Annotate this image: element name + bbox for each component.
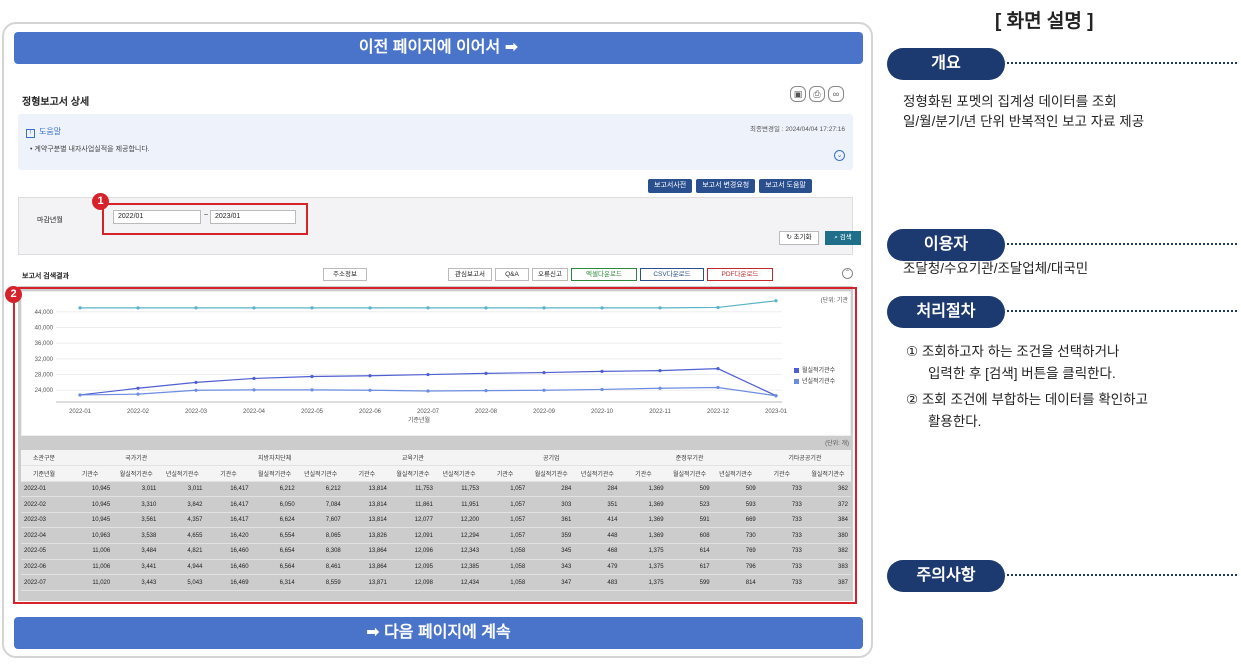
process-pill: 처리절차 [887, 296, 1005, 328]
address-info-button[interactable]: 주소정보 [323, 268, 367, 281]
users-pill: 이용자 [887, 229, 1005, 261]
favorite-report-button[interactable]: 관심보고서 [448, 268, 492, 281]
reset-button[interactable]: ↻ 초기화 [779, 231, 819, 245]
link-icon[interactable]: ∞ [828, 86, 844, 102]
marker-2: 2 [5, 286, 22, 303]
step-1-line-2: 입력한 후 [검색] 버튼을 클릭한다. [928, 366, 1116, 381]
qa-button[interactable]: Q&A [495, 268, 529, 281]
report-dictionary-button[interactable]: 보고서사전 [648, 179, 693, 193]
help-title: ! 도움말 [26, 126, 61, 138]
pdf-download-button[interactable]: PDF다운로드 [707, 268, 773, 281]
help-panel: ! 도움말 • 계약구분별 내자사업실적을 제공합니다. 최종변경일 : 2024… [18, 114, 853, 170]
banner-next: ➡ 다음 페이지에 계속 [14, 617, 863, 649]
excel-download-button[interactable]: 엑셀다운로드 [571, 268, 637, 281]
last-updated: 최종변경일 : 2024/04/04 17:27:16 [750, 126, 845, 133]
highlight-box-2 [13, 287, 857, 604]
users-divider [1007, 243, 1237, 245]
marker-1: 1 [92, 193, 109, 210]
highlight-box-1 [102, 203, 308, 235]
csv-download-button[interactable]: CSV다운로드 [640, 268, 704, 281]
overview-divider [1007, 62, 1237, 64]
caution-divider [1007, 574, 1237, 576]
banner-previous: 이전 페이지에 이어서 ➡ [14, 32, 863, 64]
overview-line-2: 일/월/분기/년 단위 반복적인 보고 자료 제공 [903, 114, 1145, 129]
page-title: 정형보고서 상세 [22, 97, 90, 108]
process-divider [1007, 310, 1237, 312]
overview-line-1: 정형화된 포멧의 집계성 데이터를 조회 [903, 94, 1117, 109]
step-2-line-1: ② 조회 조건에 부합하는 데이터를 확인하고 [906, 392, 1148, 407]
collapse-icon[interactable]: ⌃ [842, 268, 853, 279]
chevron-down-icon[interactable]: ⌄ [834, 150, 845, 161]
print-icon[interactable]: ⎙ [809, 86, 825, 102]
step-1-line-1: ① 조회하고자 하는 조건을 선택하거나 [906, 344, 1120, 359]
description-title: [ 화면 설명 ] [995, 11, 1094, 32]
closing-month-label: 마감년월 [37, 217, 63, 224]
report-change-request-button[interactable]: 보고서 변경요청 [696, 179, 756, 193]
search-button[interactable]: ⌕ 검색 [825, 231, 861, 245]
reset-label: 초기화 [793, 234, 812, 241]
report-action-buttons: 보고서사전 보고서 변경요청 보고서 도움말 [648, 179, 812, 193]
caution-pill: 주의사항 [887, 560, 1005, 592]
users-text: 조달청/수요기관/조달업체/대국민 [903, 261, 1089, 276]
save-icon[interactable]: ▣ [790, 86, 806, 102]
help-title-text: 도움말 [39, 127, 62, 136]
step-2-line-2: 활용한다. [928, 414, 982, 429]
search-label: 검색 [839, 234, 852, 241]
report-help-button[interactable]: 보고서 도움말 [759, 179, 812, 193]
results-label: 보고서 검색결과 [22, 273, 70, 280]
help-description: • 계약구분별 내자사업실적을 제공합니다. [30, 146, 150, 153]
help-icon: ! [26, 129, 35, 138]
title-tools: ▣ ⎙ ∞ [790, 86, 844, 102]
error-report-button[interactable]: 오류신고 [532, 268, 568, 281]
overview-pill: 개요 [887, 48, 1005, 80]
